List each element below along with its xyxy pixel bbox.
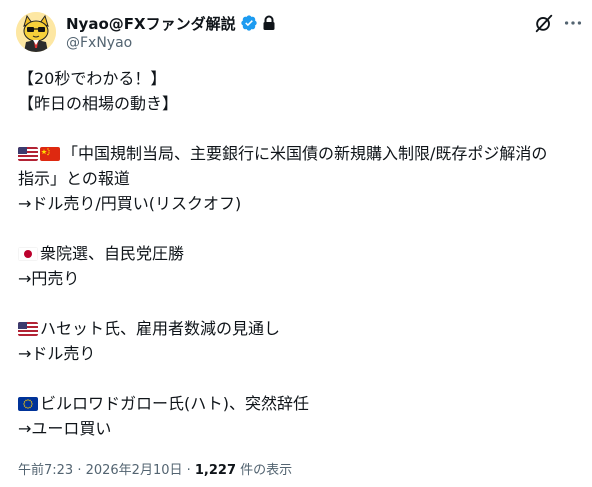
- line-spacer: [18, 116, 584, 141]
- post-meta: 午前7:23 · 2026年2月10日 · 1,227 件の表示: [18, 459, 292, 478]
- author-display-name[interactable]: Nyao@FXファンダ解説: [66, 13, 236, 34]
- post-line: 【20秒でわかる！】: [18, 69, 167, 88]
- post-line: 衆院選、自民党圧勝: [18, 241, 584, 266]
- post-line: →円売り: [18, 269, 80, 288]
- japan-flag-icon: [18, 246, 38, 261]
- verified-badge-icon[interactable]: [240, 14, 258, 32]
- post-line: →ドル売り/円買い(リスクオフ): [18, 194, 242, 213]
- post-text: 【20秒でわかる！】 【昨日の相場の動き】 「中国規制当局、主要銀行に米国債の新…: [18, 66, 584, 441]
- post-line-text: ビルロワドガロー氏(ハト)、突然辞任: [40, 394, 309, 413]
- us-flag-icon: [18, 321, 38, 336]
- china-flag-icon: [40, 146, 60, 161]
- author-name-row: Nyao@FXファンダ解説: [66, 13, 276, 33]
- post-line-text: 衆院選、自民党圧勝: [40, 244, 185, 263]
- post-line: →ドル売り: [18, 344, 96, 363]
- post-timestamp[interactable]: 午前7:23 · 2026年2月10日 ·: [18, 463, 195, 478]
- views-count: 1,227: [194, 463, 237, 478]
- author-handle[interactable]: @FxNyao: [66, 35, 132, 51]
- post: Nyao@FXファンダ解説 @FxNyao 【20秒でわかる！】 【昨日の相場の…: [0, 0, 592, 487]
- line-spacer: [18, 291, 584, 316]
- post-line: ビルロワドガロー氏(ハト)、突然辞任: [18, 391, 584, 416]
- grok-icon[interactable]: [533, 12, 555, 34]
- post-line: 「中国規制当局、主要銀行に米国債の新規購入制限/既存ポジ解消の: [18, 141, 584, 166]
- line-spacer: [18, 216, 584, 241]
- us-flag-icon: [18, 146, 38, 161]
- line-spacer: [18, 366, 584, 391]
- post-line: 【昨日の相場の動き】: [18, 94, 179, 113]
- avatar[interactable]: [16, 12, 56, 52]
- lock-icon: [263, 15, 275, 30]
- eu-flag-icon: [18, 396, 38, 411]
- post-line: 指示」との報道: [18, 169, 130, 188]
- post-line-text: ハセット氏、雇用者数減の見通し: [40, 319, 281, 338]
- views-label: 件の表示: [236, 463, 293, 478]
- cat-avatar-icon: [16, 12, 56, 52]
- post-line: ハセット氏、雇用者数減の見通し: [18, 316, 584, 341]
- post-line-text: 「中国規制当局、主要銀行に米国債の新規購入制限/既存ポジ解消の: [62, 144, 548, 163]
- post-line: →ユーロ買い: [18, 419, 112, 438]
- more-icon[interactable]: [562, 12, 584, 34]
